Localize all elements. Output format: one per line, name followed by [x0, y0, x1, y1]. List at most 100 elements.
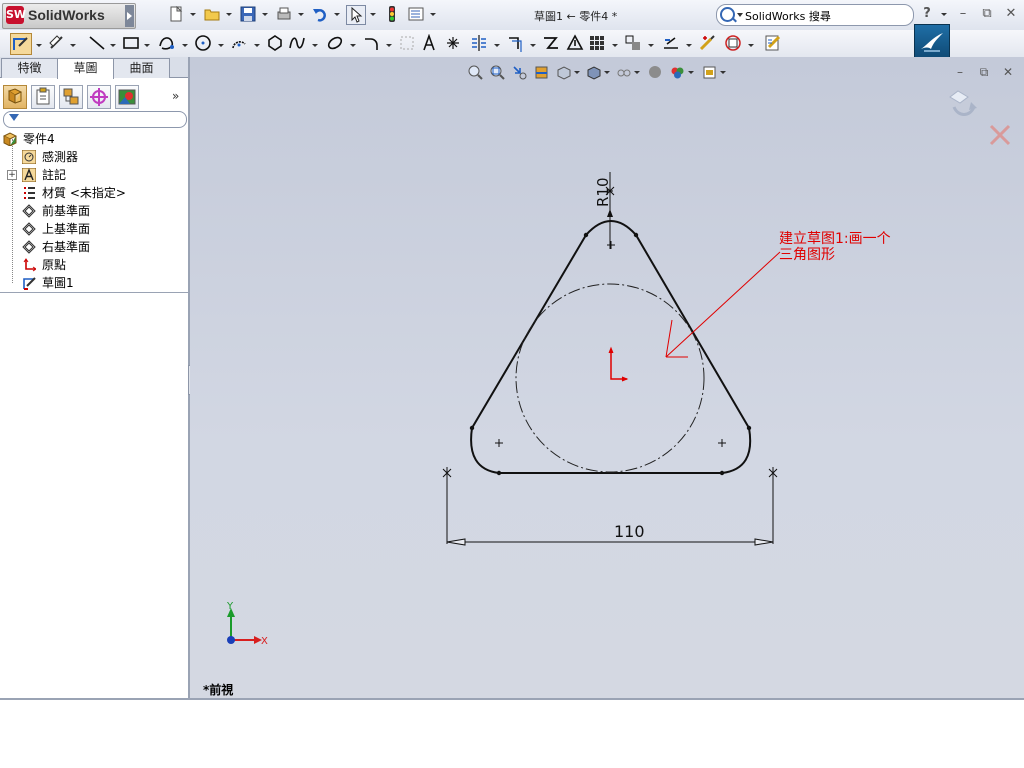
tree-item-label: 草圖1: [42, 276, 74, 290]
restore-button[interactable]: ⧉: [980, 7, 994, 21]
move-dropdown-icon[interactable]: [648, 44, 654, 47]
solidworks-window: SW SolidWorks 草圖1 ← 零件4 * SolidWorks 搜尋 …: [0, 0, 1024, 700]
brand-name: SolidWorks: [28, 7, 105, 23]
sketch-icon[interactable]: [10, 33, 32, 55]
print-dropdown-icon[interactable]: [298, 13, 304, 16]
convert-icon[interactable]: [566, 34, 584, 52]
search-icon[interactable]: [720, 7, 735, 22]
search-dropdown-icon[interactable]: [737, 13, 743, 17]
tree-item-label: 零件4: [23, 132, 55, 146]
polygon-icon[interactable]: [266, 34, 284, 52]
radius-dimension-label[interactable]: R10: [594, 177, 612, 207]
panel-divider: [0, 292, 188, 293]
plane-icon: [22, 204, 36, 218]
select-arrow-icon[interactable]: [346, 5, 366, 25]
close-button[interactable]: ✕: [1004, 7, 1018, 21]
dimxpert-manager-icon[interactable]: [87, 85, 111, 109]
sketch-dropdown-icon[interactable]: [36, 44, 42, 47]
options-dropdown-icon[interactable]: [430, 13, 436, 16]
trim-icon[interactable]: [542, 34, 560, 52]
expand-annotations-icon[interactable]: +: [7, 170, 17, 180]
arc-centers: [495, 241, 726, 447]
line-icon[interactable]: [88, 34, 106, 52]
display-manager-icon[interactable]: [115, 85, 139, 109]
text-icon[interactable]: [420, 34, 438, 52]
line-dropdown-icon[interactable]: [110, 44, 116, 47]
save-dropdown-icon[interactable]: [262, 13, 268, 16]
rectangle-icon[interactable]: [122, 34, 140, 52]
undo-dropdown-icon[interactable]: [334, 13, 340, 16]
circle-dropdown-icon[interactable]: [218, 44, 224, 47]
pattern-dropdown-icon[interactable]: [612, 44, 618, 47]
expand-panel-icon[interactable]: »: [172, 89, 179, 103]
construction-circle[interactable]: [515, 283, 705, 473]
window-bottom-border: [0, 698, 1024, 700]
open-dropdown-icon[interactable]: [226, 13, 232, 16]
menu-expand-arrow-icon[interactable]: [125, 5, 134, 27]
help-dropdown-icon[interactable]: [941, 13, 947, 16]
pattern-icon[interactable]: [588, 34, 606, 52]
new-dropdown-icon[interactable]: [190, 13, 196, 16]
options-icon[interactable]: [408, 6, 424, 22]
tree-item-label: 材質 <未指定>: [42, 186, 126, 200]
point-icon[interactable]: [444, 34, 462, 52]
tab-features[interactable]: 特徵: [1, 58, 58, 78]
fillet-dropdown-icon[interactable]: [386, 44, 392, 47]
dimension-dropdown-icon[interactable]: [70, 44, 76, 47]
offset-dropdown-icon[interactable]: [530, 44, 536, 47]
quick-snap-dropdown-icon[interactable]: [748, 44, 754, 47]
rectangle-dropdown-icon[interactable]: [144, 44, 150, 47]
relations-dropdown-icon[interactable]: [686, 44, 692, 47]
spline-dropdown-icon[interactable]: [182, 44, 188, 47]
tab-surfaces[interactable]: 曲面: [113, 58, 170, 78]
mirror-icon[interactable]: [470, 34, 488, 52]
tree-item-label: 註記: [42, 168, 67, 182]
construction-icon[interactable]: [398, 34, 416, 52]
open-folder-icon[interactable]: [204, 6, 220, 22]
tab-sketch[interactable]: 草圖: [57, 58, 114, 79]
undo-icon[interactable]: [312, 6, 328, 22]
search-field[interactable]: SolidWorks 搜尋: [716, 4, 914, 26]
arc-icon[interactable]: [230, 34, 248, 52]
solidworks-resources-button[interactable]: [914, 24, 950, 59]
solidworks-bird-icon: [921, 33, 943, 52]
annotation-text-line1: 建立草图1:画一个: [779, 231, 891, 247]
curve-icon[interactable]: [288, 34, 306, 52]
new-document-icon[interactable]: [168, 6, 184, 22]
smart-dimension-icon[interactable]: [48, 34, 66, 52]
print-icon[interactable]: [276, 6, 292, 22]
feature-manager-icon[interactable]: [3, 85, 27, 109]
move-icon[interactable]: [624, 34, 642, 52]
origin-icon: [23, 258, 36, 272]
graphics-area[interactable]: – ⧉ ✕ R10 110 建立草图1:画一个 三角图形 Y X *前視: [190, 57, 1024, 700]
part-icon: [3, 132, 17, 146]
spline-icon[interactable]: [158, 34, 176, 52]
search-input[interactable]: SolidWorks 搜尋: [745, 8, 831, 24]
tree-item-label: 前基準面: [42, 204, 91, 218]
curve-dropdown-icon[interactable]: [312, 44, 318, 47]
save-icon[interactable]: [240, 6, 256, 22]
ellipse-icon[interactable]: [326, 34, 344, 52]
width-dimension-label[interactable]: 110: [614, 522, 645, 541]
ellipse-dropdown-icon[interactable]: [350, 44, 356, 47]
help-button[interactable]: ?: [920, 7, 934, 21]
mirror-dropdown-icon[interactable]: [494, 44, 500, 47]
solidworks-menu-button[interactable]: SW SolidWorks: [2, 3, 136, 29]
fillet-icon[interactable]: [362, 34, 380, 52]
minimize-button[interactable]: –: [956, 7, 970, 21]
sensor-icon: [22, 150, 36, 164]
relations-icon[interactable]: [662, 34, 680, 52]
configuration-manager-icon[interactable]: [59, 85, 83, 109]
circle-icon[interactable]: [194, 34, 212, 52]
sketch-origin: [608, 346, 629, 382]
instant-3d-icon[interactable]: [764, 34, 782, 52]
select-dropdown-icon[interactable]: [370, 13, 376, 16]
triangle-profile[interactable]: [470, 220, 752, 474]
tree-filter-field[interactable]: [3, 111, 187, 128]
quick-snap-icon[interactable]: [724, 34, 742, 52]
property-manager-icon[interactable]: [31, 85, 55, 109]
repair-icon[interactable]: [698, 34, 716, 52]
rebuild-icon[interactable]: [384, 6, 400, 22]
offset-icon[interactable]: [506, 34, 524, 52]
arc-dropdown-icon[interactable]: [254, 44, 260, 47]
